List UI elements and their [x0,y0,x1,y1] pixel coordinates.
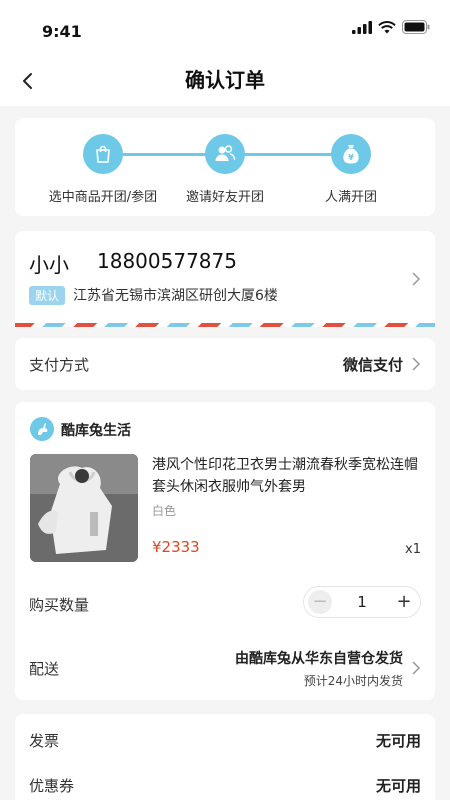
product-price: ¥2333 [152,538,200,556]
money-bag-icon: ¥ [331,134,371,174]
svg-text:¥: ¥ [348,153,354,162]
order-item-card: 酷库兔生活 港风个性印花卫衣男士潮流春秋季宽松连帽套头休闲衣服帅气外套男 白色 … [15,402,435,700]
rabbit-logo-icon [30,417,54,441]
chevron-right-icon [412,357,421,371]
quantity-stepper: − 1 + [303,586,421,618]
increase-button[interactable]: + [392,590,416,614]
payment-label: 支付方式 [29,356,90,374]
page-title: 确认订单 [185,68,265,92]
quantity-value[interactable]: 1 [357,593,367,611]
step-label: 人满开团 [324,190,377,205]
invoice-label: 发票 [29,732,60,750]
product-quantity: x1 [405,542,421,557]
bag-icon [83,134,123,174]
invoice-value: 无可用 [375,732,421,750]
product-spec: 白色 [152,504,177,518]
group-buy-steps: 选中商品开团/参团 邀请好友开团 ¥ 人满开团 [15,118,435,216]
product-title: 港风个性印花卫衣男士潮流春秋季宽松连帽套头休闲衣服帅气外套男 [152,457,418,495]
status-icons [352,20,430,34]
payment-method-row[interactable]: 支付方式 微信支付 [15,338,435,390]
status-bar: 9:41 [0,0,450,58]
nav-bar: 确认订单 [0,58,450,106]
shop-name: 酷库兔生活 [61,423,131,439]
users-icon [205,134,245,174]
payment-value: 微信支付 [342,356,403,374]
delivery-label: 配送 [29,660,60,678]
wifi-icon [378,20,396,33]
signal-icon [352,20,372,34]
invoice-coupon-card: 发票 无可用 优惠券 无可用 [15,714,435,800]
chevron-right-icon [412,272,421,286]
chevron-right-icon [412,661,421,675]
status-time: 9:41 [42,22,82,41]
default-badge: 默认 [29,286,66,305]
coupon-label: 优惠券 [29,777,75,795]
quantity-label: 购买数量 [29,596,90,614]
battery-icon [402,20,430,34]
delivery-eta: 预计24小时内发货 [303,674,403,688]
recipient-phone: 18800577875 [97,249,237,273]
coupon-value: 无可用 [375,777,421,795]
address-line: 江苏省无锡市滨湖区研创大厦6楼 [73,288,278,304]
delivery-method: 由酷库兔从华东自营仓发货 [235,651,403,667]
product-image[interactable] [30,454,138,562]
address-card[interactable]: 小小 18800577875 默认 江苏省无锡市滨湖区研创大厦6楼 [15,231,435,327]
envelope-stripe [15,323,435,327]
step-full: ¥ 人满开团 [276,134,426,205]
recipient-name: 小小 [29,253,69,277]
decrease-button[interactable]: − [308,590,332,614]
